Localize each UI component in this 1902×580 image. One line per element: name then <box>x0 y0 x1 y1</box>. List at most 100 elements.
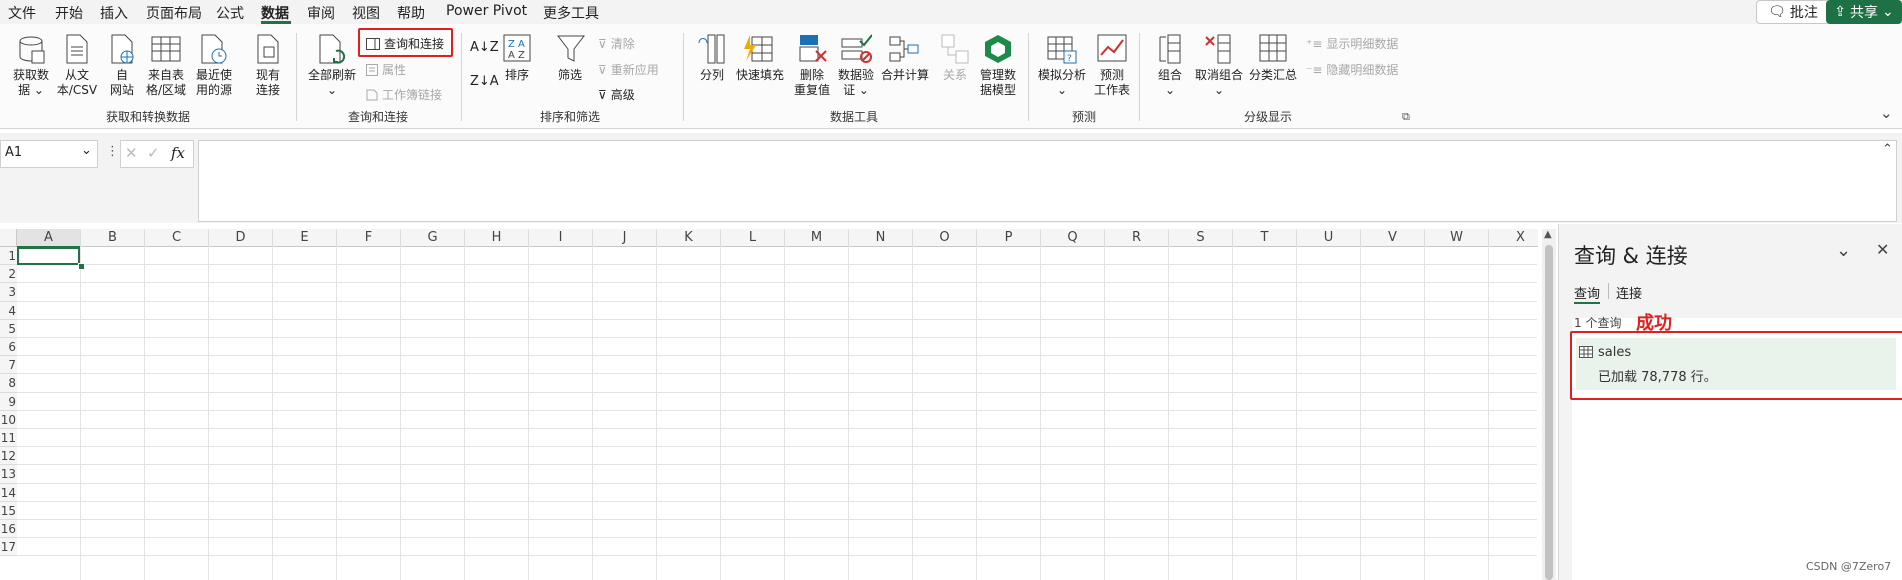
active-cell[interactable] <box>17 247 80 265</box>
column-header[interactable]: N <box>849 229 913 247</box>
dialog-launcher-icon[interactable]: ⧉ <box>1402 110 1410 124</box>
close-icon[interactable]: ✕ <box>1876 240 1889 259</box>
chevron-down-icon[interactable]: ⌄ <box>1836 240 1851 261</box>
collapse-formula-icon[interactable]: ⌃ <box>1882 142 1893 157</box>
menu-power-pivot[interactable]: Power Pivot <box>446 3 527 19</box>
row-header[interactable]: 17 <box>0 538 17 557</box>
group-button[interactable]: 组合 ⌄ <box>1150 68 1190 98</box>
column-header[interactable]: I <box>529 229 593 247</box>
hide-detail-button[interactable]: ⁻≡ 隐藏明细数据 <box>1306 61 1398 78</box>
row-header[interactable]: 12 <box>0 447 17 466</box>
recent-sources-button[interactable]: 最近使 用的源 <box>192 68 236 98</box>
clear-filter-button[interactable]: ⊽ 清除 <box>598 35 635 52</box>
column-header[interactable]: T <box>1233 229 1297 247</box>
comments-button[interactable]: 🗨 批注 <box>1756 0 1830 24</box>
row-header[interactable]: 11 <box>0 429 17 448</box>
menu-insert[interactable]: 插入 <box>100 3 128 23</box>
what-if-analysis-button[interactable]: 模拟分析 ⌄ <box>1034 68 1090 98</box>
column-header[interactable]: J <box>593 229 657 247</box>
forecast-sheet-button[interactable]: 预测 工作表 <box>1092 68 1132 98</box>
menu-file[interactable]: 文件 <box>8 3 36 23</box>
column-header[interactable]: L <box>721 229 785 247</box>
text-to-columns-button[interactable]: 分列 <box>694 68 730 83</box>
row-header[interactable]: 3 <box>0 283 17 302</box>
column-header[interactable]: G <box>401 229 465 247</box>
column-header[interactable]: B <box>81 229 145 247</box>
reapply-button[interactable]: ⊽ 重新应用 <box>598 61 659 78</box>
row-header[interactable]: 13 <box>0 465 17 484</box>
refresh-all-button[interactable]: 全部刷新 ⌄ <box>306 68 358 98</box>
from-web-button[interactable]: 自网站 <box>104 68 140 98</box>
insert-function-icon[interactable]: fx <box>171 144 185 162</box>
menu-review[interactable]: 审阅 <box>307 3 335 23</box>
worksheet-grid[interactable]: A B C D E F G H I J K L M N O P Q R S T U V W X 1 2 3 4 5 6 7 8 9 10 11 12 1… <box>0 229 1538 580</box>
row-header[interactable]: 16 <box>0 520 17 539</box>
cancel-icon[interactable]: ✕ <box>125 144 138 162</box>
row-header[interactable]: 4 <box>0 301 17 320</box>
column-header[interactable]: F <box>337 229 401 247</box>
menu-home[interactable]: 开始 <box>55 3 83 23</box>
menu-help[interactable]: 帮助 <box>397 3 425 23</box>
column-header[interactable]: R <box>1105 229 1169 247</box>
formula-input[interactable] <box>198 140 1897 222</box>
collapse-ribbon-icon[interactable]: ⌄ <box>1880 104 1893 122</box>
workbook-links-button[interactable]: 工作簿链接 <box>366 86 442 103</box>
flash-fill-button[interactable]: 快速填充 <box>734 68 786 83</box>
fill-handle[interactable] <box>78 263 85 270</box>
sort-ascending-button[interactable]: A↓Z <box>470 40 499 55</box>
column-header[interactable]: E <box>273 229 337 247</box>
name-box[interactable]: A1 ⌄ <box>0 140 98 168</box>
filter-button[interactable]: 筛选 <box>552 68 588 83</box>
row-header[interactable]: 5 <box>0 319 17 338</box>
menu-page-layout[interactable]: 页面布局 <box>146 3 202 23</box>
sort-button[interactable]: 排序 <box>500 68 534 83</box>
data-validation-button[interactable]: 数据验证 ⌄ <box>834 68 878 98</box>
manage-data-model-button[interactable]: 管理数 据模型 <box>976 68 1020 98</box>
scroll-up-icon[interactable]: ▲ <box>1544 229 1552 240</box>
row-header[interactable]: 7 <box>0 356 17 375</box>
advanced-filter-button[interactable]: ⊽ 高级 <box>598 86 635 103</box>
column-header[interactable]: C <box>145 229 209 247</box>
from-table-button[interactable]: 来自表 格/区域 <box>144 68 188 98</box>
column-header[interactable]: K <box>657 229 721 247</box>
row-header[interactable]: 1 <box>0 247 17 266</box>
select-all-corner[interactable] <box>0 229 17 247</box>
scrollbar-thumb[interactable] <box>1545 245 1553 580</box>
row-header[interactable]: 10 <box>0 410 17 429</box>
query-item-sales[interactable]: sales 已加载 78,778 行。 <box>1576 338 1896 390</box>
tab-connections[interactable]: 连接 <box>1616 283 1642 302</box>
existing-connections-button[interactable]: 现有 连接 <box>248 68 288 98</box>
sort-descending-button[interactable]: Z↓A <box>470 74 499 89</box>
menu-data[interactable]: 数据 <box>261 3 289 23</box>
consolidate-button[interactable]: 合并计算 <box>878 68 932 83</box>
row-header[interactable]: 8 <box>0 374 17 393</box>
column-header[interactable]: A <box>17 229 81 248</box>
show-detail-button[interactable]: ⁺≡ 显示明细数据 <box>1306 35 1398 52</box>
column-header[interactable]: X <box>1489 229 1538 247</box>
column-header[interactable]: W <box>1425 229 1489 247</box>
remove-duplicates-button[interactable]: 删除 重复值 <box>790 68 834 98</box>
column-header[interactable]: D <box>209 229 273 247</box>
column-header[interactable]: M <box>785 229 849 247</box>
column-header[interactable]: Q <box>1041 229 1105 247</box>
row-header[interactable]: 15 <box>0 501 17 520</box>
chevron-down-icon[interactable]: ⌄ <box>81 143 92 158</box>
column-header[interactable]: U <box>1297 229 1361 247</box>
properties-button[interactable]: 属性 <box>366 61 406 78</box>
menu-view[interactable]: 视图 <box>352 3 380 23</box>
get-data-button[interactable]: 获取数据 ⌄ <box>8 68 54 98</box>
share-button[interactable]: ⇪ 共享 ⌄ <box>1826 0 1902 24</box>
row-header[interactable]: 9 <box>0 392 17 411</box>
menu-more-tools[interactable]: 更多工具 <box>543 3 599 23</box>
ungroup-button[interactable]: 取消组合 ⌄ <box>1192 68 1246 98</box>
vertical-scrollbar[interactable]: ▲ <box>1542 229 1556 580</box>
column-header[interactable]: V <box>1361 229 1425 247</box>
row-header[interactable]: 2 <box>0 265 17 284</box>
column-header[interactable]: O <box>913 229 977 247</box>
subtotal-button[interactable]: 分类汇总 <box>1248 68 1298 83</box>
confirm-icon[interactable]: ✓ <box>147 144 160 162</box>
more-options-icon[interactable]: ⋮ <box>106 144 119 159</box>
column-header[interactable]: P <box>977 229 1041 247</box>
relationships-button[interactable]: 关系 <box>938 68 972 83</box>
column-header[interactable]: S <box>1169 229 1233 247</box>
